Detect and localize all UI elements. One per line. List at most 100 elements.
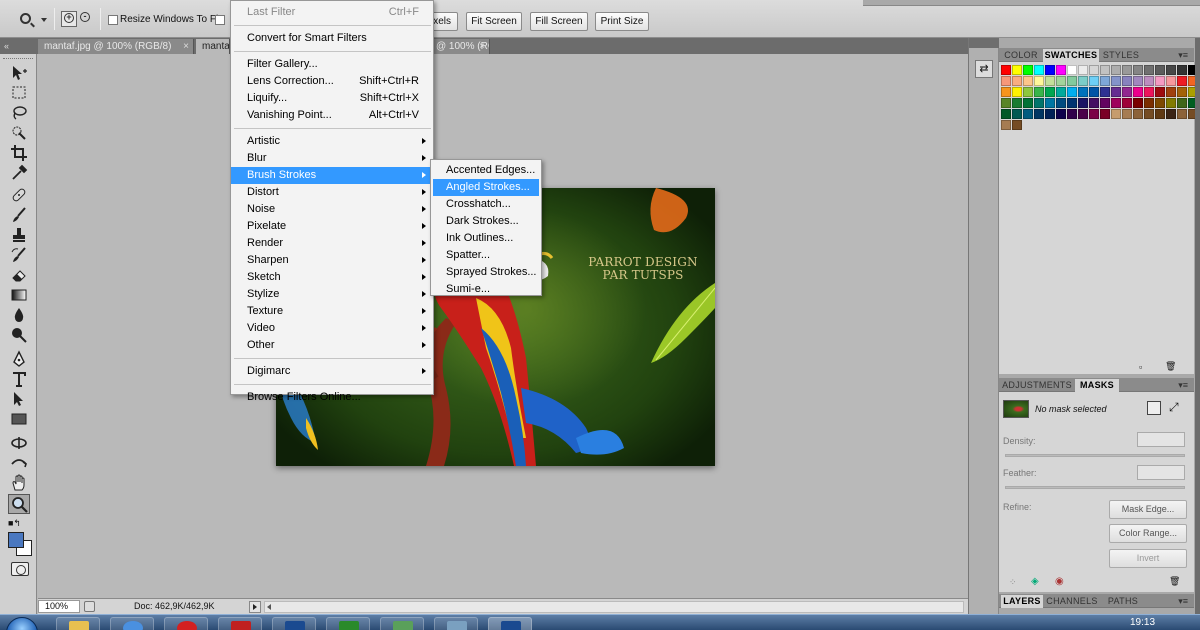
color-swatch[interactable] bbox=[1166, 65, 1176, 75]
menu-item-angled-strokes[interactable]: Angled Strokes... bbox=[433, 179, 539, 196]
lasso-tool-icon[interactable] bbox=[10, 104, 28, 122]
mask-edge-button[interactable]: Mask Edge... bbox=[1109, 500, 1187, 519]
menu-item-ink-outlines[interactable]: Ink Outlines... bbox=[431, 230, 541, 247]
brush-tool-icon[interactable] bbox=[10, 206, 28, 224]
color-swatch[interactable] bbox=[1177, 98, 1187, 108]
3d-rotate-tool-icon[interactable] bbox=[10, 434, 28, 452]
tab-swatches[interactable]: SWATCHES bbox=[1043, 49, 1099, 62]
color-swatch[interactable] bbox=[1056, 76, 1066, 86]
color-swatch[interactable] bbox=[1111, 76, 1121, 86]
doc-tab[interactable]: mantaf.jpg @ 100% (RGB/8) × bbox=[38, 39, 194, 54]
taskbar-explorer-button[interactable] bbox=[56, 617, 100, 630]
dock-scrollbar[interactable] bbox=[1195, 38, 1200, 614]
hand-tool-icon[interactable] bbox=[10, 474, 28, 492]
color-swatch[interactable] bbox=[1001, 65, 1011, 75]
color-swatch[interactable] bbox=[1001, 87, 1011, 97]
color-swatch[interactable] bbox=[1056, 65, 1066, 75]
color-swatch[interactable] bbox=[1155, 87, 1165, 97]
color-swatch[interactable] bbox=[1023, 109, 1033, 119]
menu-item-lens-correction[interactable]: Lens Correction... Shift+Ctrl+R bbox=[231, 73, 433, 90]
menu-item-crosshatch[interactable]: Crosshatch... bbox=[431, 196, 541, 213]
taskbar-chrome-button[interactable] bbox=[110, 617, 154, 630]
disable-mask-icon[interactable]: ◉ bbox=[1055, 576, 1064, 587]
menu-item-sharpen[interactable]: Sharpen bbox=[231, 252, 433, 269]
dodge-tool-icon[interactable] bbox=[10, 326, 28, 344]
status-icon[interactable] bbox=[84, 601, 95, 612]
color-swatch[interactable] bbox=[1056, 87, 1066, 97]
menu-item-noise[interactable]: Noise bbox=[231, 201, 433, 218]
color-swatch[interactable] bbox=[1089, 109, 1099, 119]
color-swatch[interactable] bbox=[1078, 76, 1088, 86]
color-swatch[interactable] bbox=[1067, 76, 1077, 86]
history-brush-tool-icon[interactable] bbox=[10, 246, 28, 264]
load-selection-icon[interactable]: ⁘ bbox=[1009, 577, 1017, 588]
color-swatch[interactable] bbox=[1177, 87, 1187, 97]
clone-stamp-tool-icon[interactable] bbox=[10, 226, 28, 244]
tab-color[interactable]: COLOR bbox=[1001, 49, 1041, 62]
color-swatch[interactable] bbox=[1133, 98, 1143, 108]
color-swatch[interactable] bbox=[1001, 98, 1011, 108]
zoom-all-windows-checkbox[interactable] bbox=[215, 15, 225, 25]
color-swatch[interactable] bbox=[1067, 65, 1077, 75]
color-swatch[interactable] bbox=[1100, 109, 1110, 119]
color-swatch[interactable] bbox=[1133, 65, 1143, 75]
color-swatch[interactable] bbox=[1034, 98, 1044, 108]
color-swatch[interactable] bbox=[1045, 98, 1055, 108]
color-swatch[interactable] bbox=[1144, 109, 1154, 119]
horizontal-scrollbar[interactable] bbox=[264, 601, 964, 613]
history-panel-icon[interactable]: ⇄ bbox=[975, 60, 993, 78]
color-swatch[interactable] bbox=[1100, 65, 1110, 75]
zoom-in-button[interactable]: + bbox=[61, 11, 77, 27]
color-swatch[interactable] bbox=[1155, 76, 1165, 86]
pixel-mask-icon[interactable] bbox=[1147, 401, 1161, 415]
color-swatch[interactable] bbox=[1122, 76, 1132, 86]
color-swatch[interactable] bbox=[1111, 98, 1121, 108]
foreground-color-swatch[interactable] bbox=[8, 532, 24, 548]
color-swatch[interactable] bbox=[1111, 87, 1121, 97]
color-swatch[interactable] bbox=[1144, 65, 1154, 75]
color-swatch[interactable] bbox=[1045, 76, 1055, 86]
color-swatch[interactable] bbox=[1144, 76, 1154, 86]
color-swatch[interactable] bbox=[1012, 76, 1022, 86]
feather-slider[interactable] bbox=[1005, 486, 1185, 489]
menu-item-filter-gallery[interactable]: Filter Gallery... bbox=[231, 56, 433, 73]
quick-mask-icon[interactable] bbox=[11, 562, 29, 576]
resize-windows-checkbox[interactable] bbox=[108, 15, 118, 25]
color-swatch[interactable] bbox=[1100, 98, 1110, 108]
3d-orbit-tool-icon[interactable] bbox=[10, 454, 28, 472]
color-swatch[interactable] bbox=[1122, 98, 1132, 108]
taskbar-app-button[interactable] bbox=[434, 617, 478, 630]
color-swatch[interactable] bbox=[1045, 65, 1055, 75]
menu-item-blur[interactable]: Blur bbox=[231, 150, 433, 167]
eyedropper-tool-icon[interactable] bbox=[10, 164, 28, 182]
taskbar-opera-button[interactable] bbox=[164, 617, 208, 630]
zoom-tool-preset-picker[interactable] bbox=[18, 11, 48, 29]
menu-item-brush-strokes[interactable]: Brush Strokes bbox=[231, 167, 433, 184]
color-swatch[interactable] bbox=[1155, 109, 1165, 119]
color-swatch[interactable] bbox=[1078, 65, 1088, 75]
fit-screen-button[interactable]: Fit Screen bbox=[466, 12, 522, 31]
doc-tab-active[interactable]: manta bbox=[196, 39, 230, 54]
density-slider[interactable] bbox=[1005, 454, 1185, 457]
delete-mask-icon[interactable]: 🗑 bbox=[1169, 576, 1180, 587]
menu-item-liquify[interactable]: Liquify... Shift+Ctrl+X bbox=[231, 90, 433, 107]
color-swatch[interactable] bbox=[1089, 65, 1099, 75]
color-swatch[interactable] bbox=[1089, 98, 1099, 108]
menu-item-vanishing-point[interactable]: Vanishing Point... Alt+Ctrl+V bbox=[231, 107, 433, 124]
menu-item-pixelate[interactable]: Pixelate bbox=[231, 218, 433, 235]
color-swatch[interactable] bbox=[1023, 98, 1033, 108]
scroll-left-icon[interactable] bbox=[267, 604, 271, 610]
color-swatch[interactable] bbox=[1023, 76, 1033, 86]
default-colors-icon[interactable]: ■↰ bbox=[8, 518, 21, 529]
zoom-tool-icon[interactable] bbox=[8, 494, 30, 514]
taskbar-app-button[interactable] bbox=[380, 617, 424, 630]
color-swatch[interactable] bbox=[1023, 65, 1033, 75]
menu-item-digimarc[interactable]: Digimarc bbox=[231, 363, 433, 380]
color-swatch[interactable] bbox=[1177, 109, 1187, 119]
color-swatch[interactable] bbox=[1056, 98, 1066, 108]
invert-button[interactable]: Invert bbox=[1109, 549, 1187, 568]
quick-selection-tool-icon[interactable] bbox=[10, 124, 28, 142]
collapse-toolbox-icon[interactable]: « bbox=[4, 41, 9, 51]
apply-mask-icon[interactable]: ◈ bbox=[1031, 576, 1039, 587]
color-swatch[interactable] bbox=[1089, 87, 1099, 97]
